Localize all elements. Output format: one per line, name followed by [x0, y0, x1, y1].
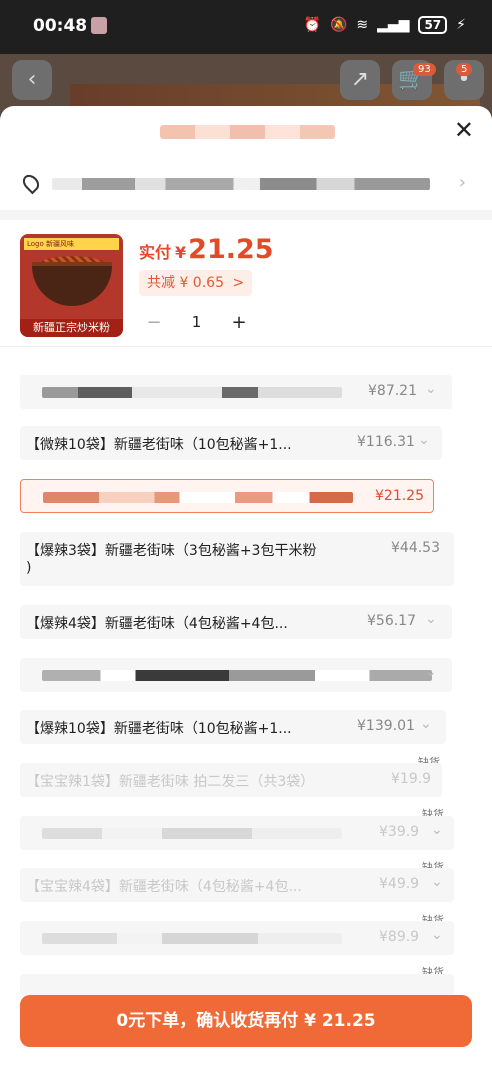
option-price: ¥139.01: [357, 718, 415, 734]
chevron-down-icon: ⌄: [431, 822, 443, 838]
sku-option-selected[interactable]: ¥21.25: [20, 479, 434, 513]
sku-selector-sheet: ✕ › Logo 新疆风味 新疆正宗炒米粉 实付 ¥ 21.25 共减 ¥ 0.…: [0, 106, 492, 1068]
increase-button[interactable]: +: [224, 312, 254, 333]
sku-option-disabled-partial: [20, 974, 454, 996]
sku-option[interactable]: 【爆辣10袋】新疆老街味（10包秘酱+1... ¥139.01 ⌄: [20, 710, 446, 744]
wifi-icon: ≋: [356, 17, 369, 33]
option-label: 【宝宝辣4袋】新疆老街味（4包秘酱+4包...: [26, 879, 302, 895]
close-icon[interactable]: ✕: [454, 118, 474, 142]
bowl-graphic: [32, 262, 112, 306]
option-price: ¥116.31: [357, 434, 415, 450]
price-value: 21.25: [188, 234, 274, 265]
option-label-redacted: [42, 387, 342, 398]
product-caption: 新疆正宗炒米粉: [20, 319, 123, 337]
option-price: ¥49.9: [379, 876, 420, 892]
option-label-redacted: [42, 933, 342, 944]
option-label-redacted: [42, 670, 432, 681]
sku-option-disabled: ¥39.9 ⌄: [20, 816, 454, 850]
option-price: ¥21.25: [375, 488, 424, 504]
chevron-down-icon: ⌄: [431, 874, 443, 890]
sku-option[interactable]: ⌄: [20, 658, 452, 692]
chevron-down-icon: ⌄: [420, 716, 432, 732]
alarm-icon: ⏰: [303, 17, 321, 33]
sku-option[interactable]: 【微辣10袋】新疆老街味（10包秘酱+1... ¥116.31 ⌄: [20, 426, 442, 460]
option-price: ¥56.17: [367, 613, 416, 629]
address-text-redacted: [52, 178, 430, 190]
discount-chip[interactable]: 共减 ¥ 0.65 >: [139, 270, 253, 296]
product-thumbnail-tag: Logo 新疆风味: [24, 238, 119, 250]
chevron-right-icon: ›: [458, 172, 466, 193]
option-label-redacted: [43, 492, 353, 503]
sku-option[interactable]: ¥87.21 ⌄: [20, 375, 452, 409]
share-icon[interactable]: ↗: [340, 60, 380, 100]
section-divider: [0, 210, 492, 220]
option-label: 【微辣10袋】新疆老街味（10包秘酱+1...: [26, 437, 292, 453]
chevron-down-icon: ⌄: [425, 664, 437, 680]
status-time: 00:48: [33, 16, 88, 36]
sku-option-disabled: 【宝宝辣1袋】新疆老街味 拍二发三（共3袋） ¥19.9: [20, 763, 442, 797]
status-icons: ⏰ 🔕 ≋ ▂▄▆ 57 ⚡: [304, 16, 466, 34]
chevron-right-icon: >: [232, 275, 245, 291]
option-label: 【爆辣3袋】新疆老街味（3包秘酱+3包干米粉: [26, 543, 317, 559]
notification-app-icon: [91, 17, 107, 34]
chevron-down-icon: ⌄: [425, 611, 437, 627]
quantity-value[interactable]: 1: [169, 313, 224, 331]
product-thumbnail[interactable]: Logo 新疆风味 新疆正宗炒米粉: [20, 234, 123, 337]
chevron-down-icon: ⌄: [418, 432, 430, 448]
option-price: ¥39.9: [379, 824, 420, 840]
chevron-down-icon: ⌄: [431, 927, 443, 943]
back-icon[interactable]: ‹: [12, 60, 52, 100]
option-label: 【爆辣10袋】新疆老街味（10包秘酱+1...: [26, 721, 292, 737]
chevron-down-icon: ⌄: [425, 381, 437, 397]
option-label: 【爆辣4袋】新疆老街味（4包秘酱+4包...: [26, 616, 288, 632]
address-row[interactable]: ›: [0, 154, 492, 214]
battery-icon: 57: [418, 16, 448, 34]
price-label: 实付: [139, 243, 172, 262]
mute-icon: 🔕: [329, 17, 348, 33]
message-count-badge: 5: [456, 63, 473, 76]
option-label: 【宝宝辣1袋】新疆老街味 拍二发三（共3袋）: [26, 774, 315, 790]
status-bar: 00:48 ⏰ 🔕 ≋ ▂▄▆ 57 ⚡: [0, 0, 492, 54]
place-order-button[interactable]: 0元下单，确认收货再付 ¥ 21.25: [20, 995, 472, 1047]
option-price: ¥87.21: [368, 383, 417, 399]
discount-text: 共减 ¥ 0.65: [147, 275, 224, 291]
cart-count-badge: 93: [413, 63, 436, 76]
sku-option[interactable]: 【爆辣4袋】新疆老街味（4包秘酱+4包... ¥56.17 ⌄: [20, 605, 452, 639]
option-label-redacted: [42, 828, 342, 839]
option-price: ¥19.9: [391, 771, 432, 787]
sku-option-disabled: ¥89.9 ⌄: [20, 921, 454, 955]
actual-price: 实付 ¥ 21.25: [139, 234, 274, 265]
sheet-title-redacted: [160, 125, 335, 139]
signal-icon: ▂▄▆: [377, 17, 410, 33]
sku-option[interactable]: 【爆辣3袋】新疆老街味（3包秘酱+3包干米粉 ) ¥44.53: [20, 532, 454, 586]
charging-icon: ⚡: [456, 17, 466, 33]
option-price: ¥44.53: [391, 540, 440, 556]
summary-divider: [0, 346, 492, 347]
currency-symbol: ¥: [175, 243, 187, 262]
quantity-stepper: − 1 +: [139, 307, 254, 337]
option-price: ¥89.9: [379, 929, 420, 945]
sku-option-disabled: 【宝宝辣4袋】新疆老街味（4包秘酱+4包... ¥49.9 ⌄: [20, 868, 454, 902]
decrease-button[interactable]: −: [139, 312, 169, 333]
option-label-continued: ): [26, 560, 32, 576]
location-icon: [19, 171, 43, 195]
